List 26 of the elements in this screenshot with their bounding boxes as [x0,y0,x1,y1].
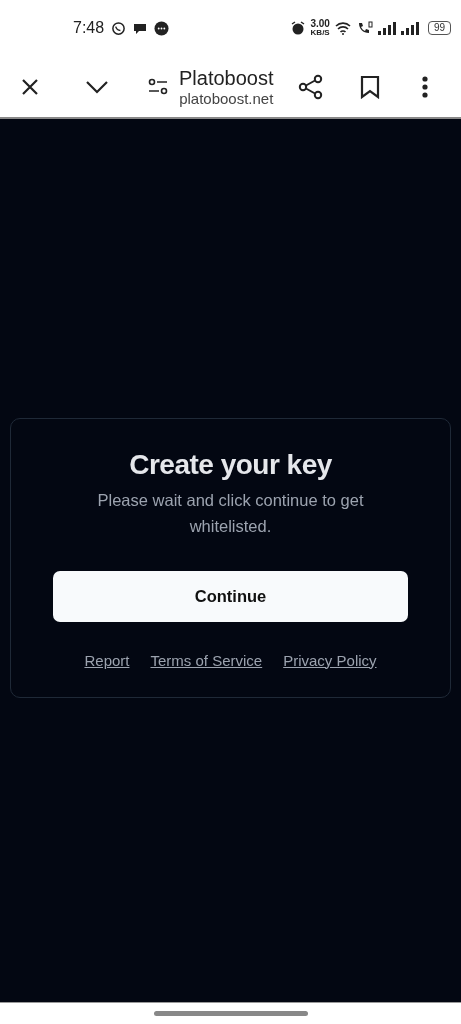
signal-icon [400,21,419,35]
page-title: Platoboost [179,66,274,90]
message-icon [133,21,148,35]
call-icon [356,21,373,35]
alarm-icon [291,21,306,35]
share-icon[interactable] [297,73,324,100]
network-speed: 3.00 [310,19,330,29]
speed-unit: KB/S [310,29,330,37]
card-title: Create your key [129,448,332,481]
signal-icon [377,21,396,35]
footer-link[interactable]: Privacy Policy [283,651,377,669]
chat-bubble-icon [111,20,127,36]
clock-time: 7:48 [73,19,105,37]
more-message-icon [154,20,170,36]
page-url: platoboost.net [179,89,274,107]
footer-link[interactable]: Report [84,651,130,669]
more-options-icon[interactable] [421,75,428,98]
close-icon[interactable] [20,76,40,97]
footer-link[interactable]: Terms of Service [150,651,263,669]
continue-button[interactable]: Continue [53,570,408,622]
wifi-icon [334,21,352,35]
bookmark-icon[interactable] [359,74,380,99]
chevron-down-icon[interactable] [85,79,109,94]
battery-level: 99 [427,21,451,35]
page-settings-icon[interactable] [147,77,169,96]
card-description: Please wait and click continue to get whitelisted. [96,489,365,537]
